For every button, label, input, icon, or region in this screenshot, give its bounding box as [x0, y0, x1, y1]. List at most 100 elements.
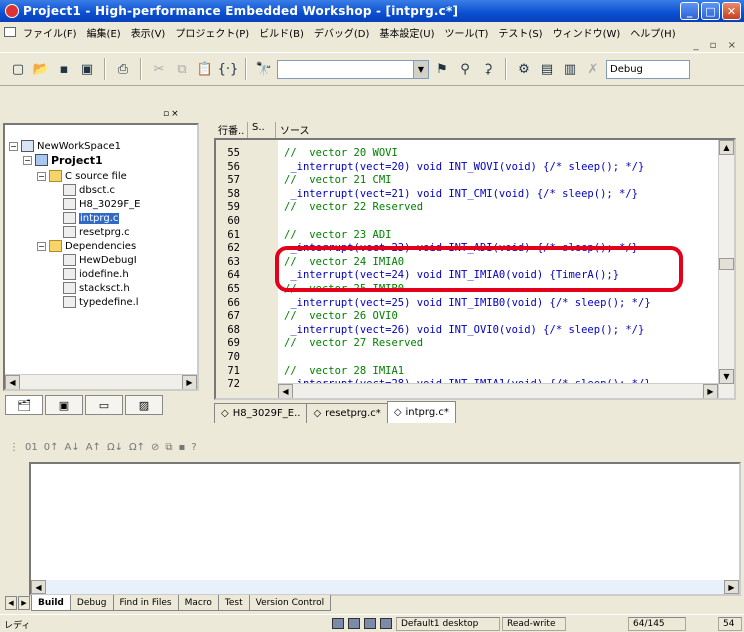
code-line[interactable]: 56 _interrupt(vect=20) void INT_WOVI(voi… — [216, 161, 716, 172]
tree-file[interactable]: iodefine.h — [63, 267, 129, 281]
tree-file[interactable]: H8_3029F_E — [63, 197, 140, 211]
output-tool-icon[interactable]: A↓ — [64, 442, 79, 453]
tab-test-icon[interactable]: ▨ — [125, 395, 163, 415]
project-tree[interactable]: − NewWorkSpace1 − Project1 − C source fi… — [3, 123, 199, 391]
editor-tab[interactable]: ◇ H8_3029F_E.. — [214, 403, 308, 423]
tree-file[interactable]: stacksct.h — [63, 281, 130, 295]
code-line[interactable]: 59 // vector 22 Reserved — [216, 202, 716, 213]
editor-tab-active[interactable]: ◇ intprg.c* — [386, 401, 456, 423]
output-tool-icon[interactable]: 01 — [25, 442, 38, 453]
find-in-files-icon[interactable]: ⚲ — [455, 59, 475, 79]
scroll-thumb[interactable] — [719, 258, 734, 270]
code-line[interactable]: 58 _interrupt(vect=21) void INT_CMI(void… — [216, 189, 716, 200]
code-line[interactable]: 70 — [216, 352, 716, 363]
tree-folder-dependencies[interactable]: − Dependencies — [37, 239, 136, 253]
code-line[interactable]: 66 _interrupt(vect=25) void INT_IMIB0(vo… — [216, 297, 716, 308]
output-tool-icon[interactable]: ⊘ — [151, 442, 159, 453]
menu-tools[interactable]: ツール(T) — [440, 25, 494, 40]
find-combo[interactable]: ▼ — [277, 59, 429, 79]
editor-tab[interactable]: ◇ resetprg.c* — [306, 403, 388, 423]
tree-folder-c-source[interactable]: − C source file — [37, 169, 127, 183]
tree-file[interactable]: resetprg.c — [63, 225, 130, 239]
app-icon[interactable] — [5, 4, 19, 18]
code-line[interactable]: 71 // vector 28 IMIA1 — [216, 365, 716, 376]
copy-icon[interactable]: ⧉ — [165, 442, 172, 453]
scroll-right-icon[interactable]: ▶ — [724, 580, 739, 594]
menu-edit[interactable]: 編集(E) — [82, 25, 126, 40]
save-icon[interactable]: ▪ — [54, 59, 74, 79]
open-folder-icon[interactable]: 📂 — [31, 59, 51, 79]
code-line[interactable]: 69 // vector 27 Reserved — [216, 338, 716, 349]
column-source[interactable]: ソース — [276, 122, 716, 138]
scroll-left-icon[interactable]: ◀ — [278, 384, 293, 398]
menu-debug[interactable]: デバッグ(D) — [309, 25, 375, 40]
tree-horizontal-scrollbar[interactable]: ◀ ▶ — [5, 374, 197, 389]
tree-file[interactable]: dbsct.c — [63, 183, 115, 197]
clear-icon[interactable]: ✗ — [583, 59, 603, 79]
menu-project[interactable]: プロジェクト(P) — [170, 25, 254, 40]
menu-help[interactable]: ヘルプ(H) — [625, 25, 680, 40]
output-text-area[interactable]: ◀ ▶ — [29, 462, 741, 596]
tree-file-selected[interactable]: intprg.c — [63, 211, 120, 225]
maximize-button[interactable]: □ — [701, 2, 720, 20]
settings-icon[interactable]: ⚙ — [514, 59, 534, 79]
output-tool-icon[interactable]: 0↑ — [44, 442, 59, 453]
tab-build[interactable]: Build — [31, 595, 71, 611]
tab-find-in-files[interactable]: Find in Files — [112, 595, 179, 611]
tab-debug[interactable]: Debug — [69, 595, 114, 611]
code-line[interactable]: 60 — [216, 216, 716, 227]
tab-next-icon[interactable]: ▶ — [18, 596, 30, 610]
menu-build[interactable]: ビルド(B) — [254, 25, 309, 40]
column-line-number[interactable]: 行番.. — [214, 122, 248, 138]
code-line[interactable]: 55 // vector 20 WOVI — [216, 148, 716, 159]
help-icon[interactable]: ? — [191, 442, 196, 453]
workspace-close-icon[interactable]: ▫× — [163, 109, 181, 119]
code-line[interactable]: 57 // vector 21 CMI — [216, 175, 716, 186]
output-horizontal-scrollbar[interactable]: ◀ ▶ — [31, 580, 739, 594]
menu-view[interactable]: 表示(V) — [126, 25, 171, 40]
tab-templates-icon[interactable]: ▣ — [45, 395, 83, 415]
tree-file[interactable]: HewDebugI — [63, 253, 137, 267]
column-status[interactable]: S.. — [248, 122, 276, 138]
menu-setup[interactable]: 基本設定(U) — [374, 25, 439, 40]
window-icon[interactable]: ▤ — [537, 59, 557, 79]
match-brace-icon[interactable]: {·} — [218, 59, 239, 79]
tab-projects-icon[interactable]: 🗂 — [5, 395, 43, 415]
menu-file[interactable]: ファイル(F) — [18, 25, 82, 40]
tab-navigation-icon[interactable]: ▭ — [85, 395, 123, 415]
tab-test[interactable]: Test — [217, 595, 250, 611]
new-file-icon[interactable]: ▢ — [8, 59, 28, 79]
tab-macro[interactable]: Macro — [177, 595, 219, 611]
tree-workspace[interactable]: − NewWorkSpace1 — [9, 139, 121, 153]
output-tool-icon[interactable]: Ω↓ — [107, 442, 123, 453]
print-icon[interactable]: ⎙ — [113, 59, 133, 79]
close-button[interactable]: ✕ — [722, 2, 741, 20]
menu-test[interactable]: テスト(S) — [493, 25, 547, 40]
tab-prev-icon[interactable]: ◀ — [5, 596, 17, 610]
minimize-button[interactable]: _ — [680, 2, 699, 20]
code-line[interactable]: 68 _interrupt(vect=26) void INT_OVI0(voi… — [216, 325, 716, 336]
find-next-icon[interactable]: ⚑ — [432, 59, 452, 79]
scroll-right-icon[interactable]: ▶ — [182, 375, 197, 389]
scroll-left-icon[interactable]: ◀ — [31, 580, 46, 594]
menu-window[interactable]: ウィンドウ(W) — [548, 25, 626, 40]
dock-grip-icon[interactable]: ⋮ — [9, 442, 19, 453]
scroll-down-icon[interactable]: ▼ — [719, 369, 734, 384]
scroll-right-icon[interactable]: ▶ — [703, 384, 718, 398]
editor-horizontal-scrollbar[interactable]: ◀ ▶ — [278, 383, 718, 398]
tab-version-control[interactable]: Version Control — [248, 595, 332, 611]
code-line[interactable]: 61 // vector 23 ADI — [216, 229, 716, 240]
scroll-up-icon[interactable]: ▲ — [719, 140, 734, 155]
editor-vertical-scrollbar[interactable]: ▲ ▼ — [718, 140, 734, 398]
tree-project[interactable]: − Project1 — [23, 153, 103, 167]
code-line[interactable]: 67 // vector 26 OVI0 — [216, 311, 716, 322]
copy-icon[interactable]: ⧉ — [172, 59, 192, 79]
scroll-left-icon[interactable]: ◀ — [5, 375, 20, 389]
replace-icon[interactable]: ⚳ — [478, 59, 498, 79]
save-icon[interactable]: ▪ — [179, 442, 186, 453]
output-tool-icon[interactable]: A↑ — [86, 442, 101, 453]
paste-icon[interactable]: 📋 — [195, 59, 215, 79]
document-icon[interactable] — [4, 27, 16, 37]
configuration-select[interactable]: Debug — [606, 59, 690, 79]
cut-icon[interactable]: ✂ — [149, 59, 169, 79]
